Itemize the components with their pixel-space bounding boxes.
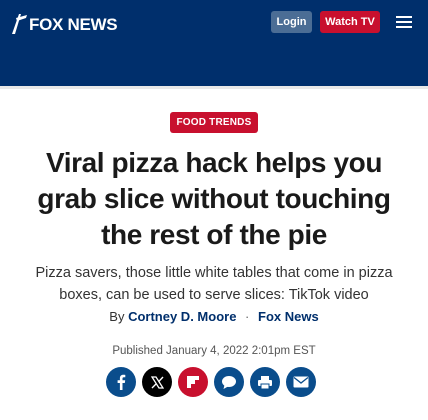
published-date: Published January 4, 2022 2:01pm EST (112, 345, 316, 357)
facebook-share-button[interactable] (106, 367, 136, 397)
fox-logo-mark-icon (12, 14, 27, 34)
print-icon (258, 375, 272, 389)
menu-bar (396, 26, 412, 28)
hamburger-menu-icon[interactable] (396, 16, 412, 28)
eyebrow-wrap: FOOD TRENDS (0, 112, 428, 133)
email-share-button[interactable] (286, 367, 316, 397)
article-header: FOOD TRENDS Viral pizza hack helps you g… (0, 89, 428, 357)
byline-separator: · (245, 309, 250, 324)
byline-prefix: By (109, 309, 125, 324)
facebook-icon (117, 374, 126, 390)
category-eyebrow[interactable]: FOOD TRENDS (169, 112, 259, 133)
site-header: FOX NEWS Login Watch TV (0, 0, 428, 86)
logo-text: FOX NEWS (29, 14, 118, 34)
article-subhead: Pizza savers, those little white tables … (35, 265, 393, 303)
email-icon (293, 376, 309, 388)
author-link[interactable]: Cortney D. Moore (128, 309, 236, 324)
menu-bar (396, 16, 412, 18)
flipboard-share-button[interactable] (178, 367, 208, 397)
login-button[interactable]: Login (271, 11, 312, 33)
x-share-button[interactable] (142, 367, 172, 397)
menu-bar (396, 21, 412, 23)
source-link[interactable]: Fox News (258, 309, 319, 324)
x-twitter-icon (150, 375, 164, 389)
fox-news-logo[interactable]: FOX NEWS (10, 12, 118, 36)
article-headline: Viral pizza hack helps you grab slice wi… (37, 147, 391, 250)
flipboard-icon (187, 376, 199, 388)
watch-tv-button[interactable]: Watch TV (320, 11, 380, 33)
print-button[interactable] (250, 367, 280, 397)
comments-button[interactable] (214, 367, 244, 397)
share-bar (106, 367, 322, 397)
byline: By Cortney D. Moore · Fox News (0, 309, 428, 324)
comments-icon (222, 375, 236, 389)
